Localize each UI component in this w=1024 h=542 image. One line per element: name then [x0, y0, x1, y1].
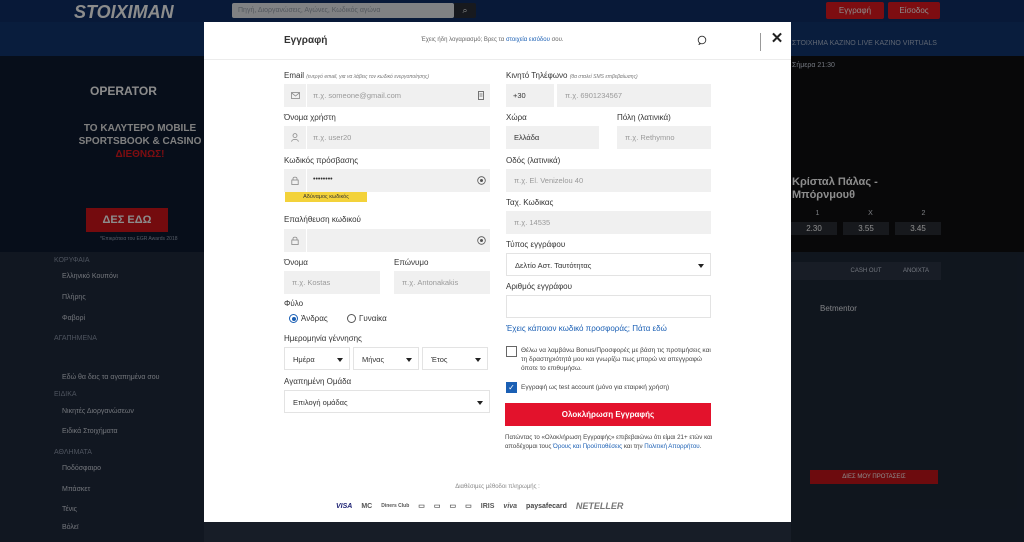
test-account-checkbox-label: Εγγραφή ως test account (μόνο για εταιρι… — [521, 384, 670, 391]
diners-logo: Diners Club — [381, 503, 410, 509]
login-details-link[interactable]: στοιχεία εισόδου — [506, 37, 550, 43]
lock-icon — [284, 229, 306, 252]
gender-male-radio[interactable] — [289, 314, 298, 323]
card-logo: ▭ — [433, 503, 441, 510]
street-field[interactable]: π.χ. El. Venizelou 40 — [506, 169, 711, 192]
payment-methods: VISA MC Diners Club ▭ ▭ ▭ ▭ IRIS viva pa… — [336, 499, 623, 513]
chevron-down-icon — [698, 264, 704, 268]
envelope-icon — [284, 84, 306, 107]
user-icon — [284, 126, 306, 149]
test-account-checkbox[interactable]: ✓ — [506, 382, 517, 393]
visa-logo: VISA — [336, 502, 353, 510]
complete-registration-button[interactable]: Ολοκλήρωση Εγγραφής — [505, 403, 711, 426]
email-field[interactable]: π.χ. someone@gmail.com — [284, 84, 490, 107]
password-field[interactable]: •••••••• — [284, 169, 490, 192]
chevron-down-icon — [337, 358, 343, 362]
password-label: Κωδικός πρόσβασης — [284, 156, 359, 165]
payment-methods-title: Διαθέσιμες μέθοδοι πληρωμής : — [455, 484, 540, 490]
gender-female-radio[interactable] — [347, 314, 356, 323]
card-logo: ▭ — [465, 503, 472, 510]
modal-title: Εγγραφή — [284, 35, 328, 46]
first-name-label: Όνομα — [284, 258, 308, 267]
last-name-label: Επώνυμο — [394, 258, 429, 267]
team-label: Αγαπημένη Ομάδα — [284, 377, 352, 386]
card-logo: ▭ — [418, 503, 425, 510]
birth-month-select[interactable]: Μήνας — [353, 347, 419, 370]
terms-text: Πατώντας το «Ολοκλήρωση Εγγραφής» επιβεβ… — [505, 434, 713, 450]
birthdate-label: Ημερομηνία γέννησης — [284, 334, 362, 343]
gender-label: Φύλο — [284, 299, 304, 308]
doc-type-label: Τύπος εγγράφου — [506, 240, 566, 249]
city-label: Πόλη (λατινικά) — [617, 113, 671, 122]
chevron-down-icon — [475, 358, 481, 362]
neteller-logo: NETELLER — [575, 501, 624, 511]
chat-icon[interactable] — [697, 35, 707, 46]
doc-number-field[interactable] — [506, 295, 711, 318]
password-confirm-field[interactable] — [284, 229, 490, 252]
chevron-down-icon — [406, 358, 412, 362]
first-name-field[interactable]: π.χ. Kostas — [284, 271, 380, 294]
terms-link[interactable]: Όρους και Προϋποθέσεις — [553, 443, 622, 450]
country-label: Χώρα — [506, 113, 527, 122]
doc-number-label: Αριθμός εγγράφου — [506, 282, 573, 291]
chevron-down-icon — [477, 401, 483, 405]
doc-type-select[interactable]: Δελτίο Αστ. Ταυτότητας — [506, 253, 711, 276]
birth-year-select[interactable]: Έτος — [422, 347, 488, 370]
street-label: Οδός (λατινικά) — [506, 156, 561, 165]
bonus-checkbox[interactable] — [506, 346, 517, 357]
viva-logo: viva — [503, 502, 518, 510]
country-field[interactable]: Ελλάδα — [506, 126, 599, 149]
card-logo: ▭ — [449, 503, 457, 510]
paysafecard-logo: paysafecard — [526, 502, 567, 510]
gender-male-label[interactable]: Άνδρας — [301, 314, 328, 323]
contact-card-icon — [476, 90, 486, 100]
password-strength-badge: Αδύναμος κωδικός — [285, 192, 367, 202]
team-select[interactable]: Επιλογή ομάδας — [284, 390, 490, 413]
phone-prefix-field[interactable]: +30 — [506, 84, 554, 107]
email-label: Email (ενεργό email, για να λάβεις τον κ… — [284, 71, 429, 80]
last-name-field[interactable]: π.χ. Antonakakis — [394, 271, 490, 294]
username-label: Όνομα χρήστη — [284, 113, 336, 122]
city-field[interactable]: π.χ. Rethymno — [617, 126, 711, 149]
show-password-icon[interactable] — [476, 175, 486, 185]
mobile-label: Κινητό Τηλέφωνο (θα σταλεί SMS επιβεβαίω… — [506, 71, 638, 80]
zip-label: Ταχ. Κωδικας — [506, 198, 554, 207]
username-field[interactable]: π.χ. user20 — [284, 126, 490, 149]
header-divider — [760, 33, 761, 51]
iris-logo: IRIS — [480, 502, 495, 510]
password-confirm-label: Επαλήθευση κωδικού — [284, 215, 361, 224]
mastercard-logo: MC — [361, 502, 373, 510]
mobile-field[interactable]: π.χ. 6901234567 — [557, 84, 711, 107]
gender-female-label[interactable]: Γυναίκα — [359, 314, 387, 323]
modal-subtitle: Έχεις ήδη λογαριασμό; Βρες τα στοιχεία ε… — [421, 37, 564, 43]
lock-icon — [284, 169, 306, 192]
birth-day-select[interactable]: Ημέρα — [284, 347, 350, 370]
zip-field[interactable]: π.χ. 14535 — [506, 211, 711, 234]
modal-header: Εγγραφή Έχεις ήδη λογαριασμό; Βρες τα στ… — [204, 22, 791, 60]
bonus-checkbox-label: Θέλω να λαμβάνω Bonus/Προσφορές με βάση … — [521, 347, 711, 372]
promo-code-link[interactable]: Έχεις κάποιον κωδικό προσφοράς; Πάτα εδώ — [506, 324, 667, 333]
close-button[interactable]: ✕ — [770, 31, 784, 46]
privacy-link[interactable]: Πολιτική Απορρήτου — [644, 443, 699, 450]
show-password-icon[interactable] — [476, 235, 486, 245]
